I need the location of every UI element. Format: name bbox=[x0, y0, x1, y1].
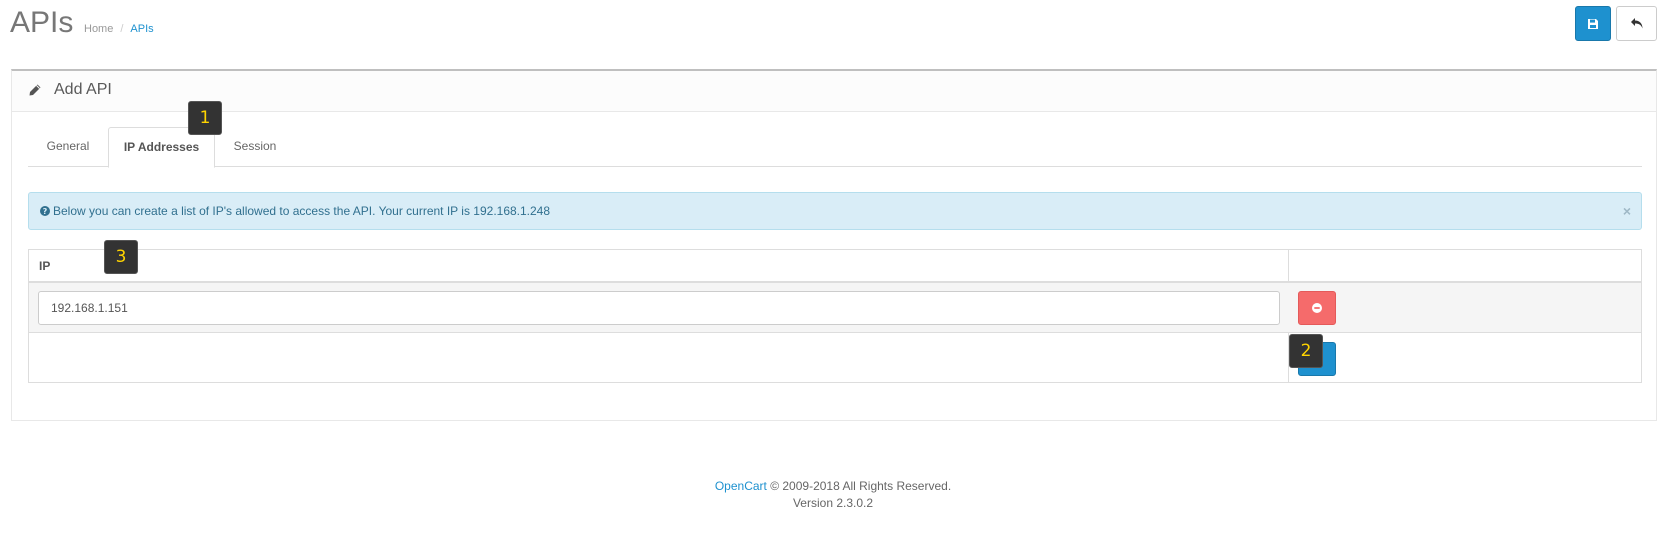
footer-copyright: © 2009-2018 All Rights Reserved. bbox=[766, 479, 952, 493]
annotation-marker-2: 2 bbox=[1289, 334, 1323, 368]
svg-text:?: ? bbox=[43, 207, 48, 216]
breadcrumb-home[interactable]: Home bbox=[84, 23, 113, 35]
ip-address-input[interactable] bbox=[38, 291, 1280, 325]
table-row-add bbox=[29, 334, 1641, 384]
save-button[interactable] bbox=[1575, 6, 1611, 41]
annotation-marker-3: 3 bbox=[104, 240, 138, 274]
breadcrumb-separator: / bbox=[120, 23, 124, 35]
remove-ip-button[interactable] bbox=[1298, 291, 1336, 325]
info-alert: ? Below you can create a list of IP's al… bbox=[28, 192, 1642, 230]
table-header: IP bbox=[29, 250, 1641, 283]
footer: OpenCart © 2009-2018 All Rights Reserved… bbox=[0, 478, 1666, 512]
column-header-ip: IP bbox=[39, 259, 51, 273]
page-header: APIs Home / APIs bbox=[0, 0, 1666, 62]
page-title: APIs bbox=[10, 6, 74, 39]
pencil-icon bbox=[29, 84, 41, 96]
alert-text: Below you can create a list of IP's allo… bbox=[53, 204, 551, 218]
add-api-panel: Add API General IP Addresses Session ? B… bbox=[11, 69, 1657, 421]
ip-table: IP bbox=[28, 249, 1642, 383]
question-circle-icon: ? bbox=[40, 206, 50, 216]
panel-title: Add API bbox=[54, 81, 112, 98]
breadcrumb: Home / APIs bbox=[84, 23, 154, 35]
footer-opencart-link[interactable]: OpenCart bbox=[715, 479, 767, 493]
minus-circle-icon bbox=[1312, 303, 1322, 313]
annotation-marker-1: 1 bbox=[188, 101, 222, 135]
back-button[interactable] bbox=[1616, 6, 1657, 41]
tab-bar: General IP Addresses Session bbox=[28, 127, 1642, 168]
floppy-disk-icon bbox=[1588, 18, 1598, 29]
tab-general[interactable]: General bbox=[28, 127, 108, 167]
footer-copyright-line: OpenCart © 2009-2018 All Rights Reserved… bbox=[0, 478, 1666, 495]
table-row bbox=[29, 283, 1641, 333]
alert-close-icon[interactable]: × bbox=[1623, 203, 1631, 219]
panel-heading: Add API bbox=[12, 71, 1656, 112]
footer-version: Version 2.3.0.2 bbox=[792, 496, 874, 510]
breadcrumb-apis[interactable]: APIs bbox=[130, 23, 153, 35]
reply-arrow-icon bbox=[1630, 18, 1642, 29]
tab-session[interactable]: Session bbox=[215, 127, 295, 167]
